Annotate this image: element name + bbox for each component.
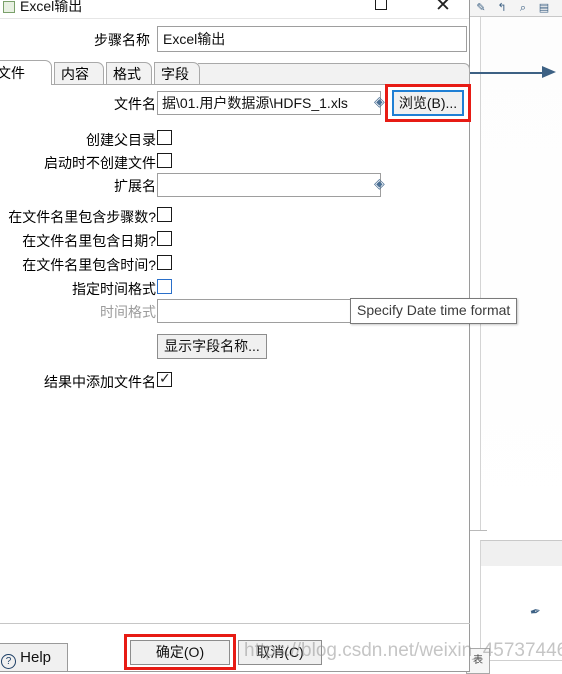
undo-icon[interactable]: ↰ (495, 2, 509, 14)
no-create-at-start-label: 启动时不创建文件 (44, 155, 156, 171)
zoom-icon[interactable]: ⌕ (516, 2, 530, 14)
excel-file-icon (3, 1, 15, 13)
add-filename-to-result-label: 结果中添加文件名 (44, 374, 156, 390)
create-parent-dir-checkbox[interactable] (157, 130, 172, 145)
include-stepnr-label: 在文件名里包含步骤数? (8, 209, 156, 225)
variable-diamond-icon[interactable]: ◈ (374, 176, 387, 190)
hop-arrow (470, 66, 562, 78)
specify-format-checkbox[interactable] (157, 279, 172, 294)
include-time-row: 在文件名里包含时间? (0, 253, 470, 275)
filename-label: 文件名 (114, 96, 156, 112)
tooltip: Specify Date time format (350, 298, 518, 324)
tab-content[interactable]: 内容 (54, 62, 104, 85)
step-name-row: 步骤名称 Excel输出 (0, 26, 470, 54)
include-date-label: 在文件名里包含日期? (22, 233, 156, 249)
browse-button[interactable]: 浏览(B)... (392, 90, 464, 116)
background-canvas (480, 17, 562, 557)
background-panel-header (480, 540, 562, 568)
question-mark-icon: ? (1, 654, 16, 669)
background-divider (480, 660, 562, 661)
add-filename-to-result-row: 结果中添加文件名 (0, 369, 470, 392)
step-name-label: 步骤名称 (94, 32, 150, 48)
pencil-icon[interactable]: ✎ (474, 2, 488, 14)
include-time-label: 在文件名里包含时间? (22, 257, 156, 273)
excel-output-dialog: Excel输出 ✕ 步骤名称 Excel输出 文件 内容 格式 字段 文件名 据… (0, 0, 518, 672)
specify-format-label: 指定时间格式 (72, 281, 156, 297)
extension-row: 扩展名 ◈ (0, 173, 470, 197)
include-date-checkbox[interactable] (157, 231, 172, 246)
help-button[interactable]: ? Help (0, 643, 68, 672)
close-icon[interactable]: ✕ (432, 0, 454, 15)
include-stepnr-row: 在文件名里包含步骤数? (0, 205, 470, 227)
dialog-title: Excel输出 (20, 0, 83, 14)
include-stepnr-checkbox[interactable] (157, 207, 172, 222)
arrow-head (542, 66, 556, 78)
time-format-input[interactable] (157, 299, 381, 323)
filename-input[interactable]: 据\01.用户数据源\HDFS_1.xls (157, 91, 381, 115)
create-parent-dir-row: 创建父目录 (0, 128, 470, 150)
cancel-button[interactable]: 取消(C) (238, 640, 322, 665)
help-button-label: Help (20, 649, 52, 666)
create-parent-dir-label: 创建父目录 (86, 132, 156, 148)
step-name-input[interactable]: Excel输出 (157, 26, 467, 52)
extension-input[interactable] (157, 173, 381, 197)
grid-icon[interactable]: ▤ (537, 2, 551, 14)
background-toolbar: ✎ ↰ ⌕ ▤ (470, 0, 562, 17)
tab-strip-filler (198, 63, 470, 85)
time-format-label: 时间格式 (100, 304, 156, 320)
include-time-checkbox[interactable] (157, 255, 172, 270)
no-create-at-start-row: 启动时不创建文件 (0, 151, 470, 173)
bottom-separator (0, 623, 470, 624)
include-date-row: 在文件名里包含日期? (0, 229, 470, 251)
specify-format-row: 指定时间格式 (0, 277, 470, 299)
background-panel-body (480, 566, 562, 672)
tab-strip: 文件 内容 格式 字段 (0, 60, 470, 85)
extension-label: 扩展名 (114, 178, 156, 194)
tab-format[interactable]: 格式 (106, 62, 152, 85)
arrow-shaft (470, 72, 544, 74)
add-filename-to-result-checkbox[interactable] (157, 369, 172, 387)
ok-button[interactable]: 确定(O) (130, 640, 230, 665)
dialog-titlebar: Excel输出 ✕ (0, 0, 469, 19)
show-fields-button[interactable]: 显示字段名称... (157, 334, 267, 359)
maximize-button[interactable] (370, 0, 392, 15)
no-create-at-start-checkbox[interactable] (157, 153, 172, 168)
tab-fields[interactable]: 字段 (154, 62, 200, 85)
tab-file[interactable]: 文件 (0, 60, 52, 85)
